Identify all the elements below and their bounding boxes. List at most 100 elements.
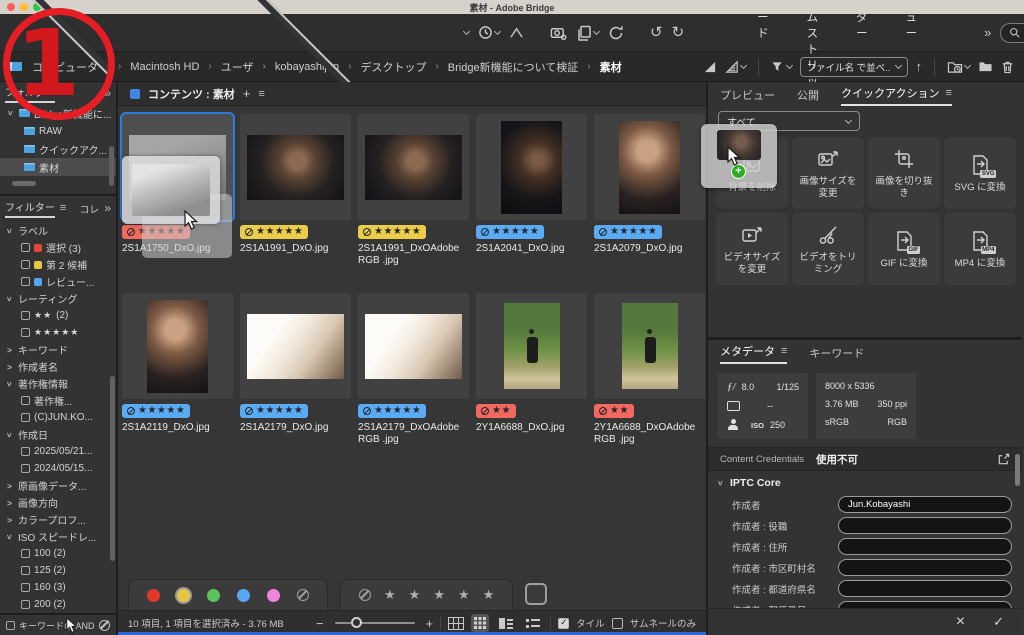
star-3-icon[interactable] bbox=[433, 586, 445, 604]
folder-item-sozai[interactable]: 素材 bbox=[0, 158, 116, 176]
filter-item[interactable]: 第 2 候補 bbox=[0, 256, 116, 273]
star-1-icon[interactable] bbox=[384, 586, 396, 604]
folders-vertical-scrollbar[interactable] bbox=[109, 146, 114, 186]
star-4-icon[interactable] bbox=[458, 586, 470, 604]
creator-address-input[interactable] bbox=[838, 538, 1012, 555]
filter-item[interactable]: 125 (2) bbox=[0, 562, 116, 579]
no-label-icon[interactable] bbox=[297, 589, 309, 601]
checkbox[interactable] bbox=[21, 464, 30, 473]
checkbox[interactable] bbox=[21, 566, 30, 575]
filter-group-color-profile[interactable]: カラープロフ... bbox=[0, 511, 116, 528]
file-thumbnail[interactable]: ★★★★★ 2S1A2179_DxO.jpg bbox=[240, 293, 351, 446]
file-thumbnail[interactable]: ★★ 2Y1A6688_DxOAdobeRGB .jpg bbox=[594, 293, 705, 446]
refresh-sync-icon[interactable] bbox=[608, 25, 624, 41]
tile-checkbox[interactable] bbox=[558, 618, 569, 629]
checkbox[interactable] bbox=[21, 328, 30, 337]
tab-quick-actions-panel[interactable]: クイックアクション bbox=[841, 85, 952, 106]
swatch-box[interactable] bbox=[525, 583, 547, 605]
photo-downloader-camera-icon[interactable] bbox=[550, 25, 567, 41]
folder-item-root[interactable]: Bridge新機能に... bbox=[0, 104, 116, 122]
metadata-menu-icon[interactable] bbox=[781, 345, 787, 357]
checkbox[interactable] bbox=[21, 413, 30, 422]
checkbox[interactable] bbox=[21, 583, 30, 592]
filter-group-iso[interactable]: ISO スピードレ... bbox=[0, 528, 116, 545]
convert-svg-button[interactable]: SVG SVG に変換 bbox=[944, 137, 1016, 209]
cancel-button[interactable] bbox=[956, 613, 965, 631]
creator-input[interactable] bbox=[838, 496, 1012, 513]
metadata-vertical-scrollbar[interactable] bbox=[1015, 454, 1020, 486]
convert-gif-button[interactable]: GIF GIF に変換 bbox=[868, 213, 940, 285]
filter-vertical-scrollbar[interactable] bbox=[110, 376, 115, 561]
file-thumbnail[interactable]: ★★★★★ 2S1A2179_DxOAdobeRGB .jpg bbox=[358, 293, 469, 446]
minimize-window-button[interactable] bbox=[20, 3, 28, 11]
filter-group-date-created[interactable]: 作成日 bbox=[0, 426, 116, 443]
creator-jobtitle-input[interactable] bbox=[838, 517, 1012, 534]
filter-item[interactable]: 100 (2) bbox=[0, 545, 116, 562]
creator-city-input[interactable] bbox=[838, 559, 1012, 576]
resize-image-button[interactable]: 画像サイズを変更 bbox=[792, 137, 864, 209]
filter-overflow-icon[interactable] bbox=[104, 201, 111, 215]
new-folder-icon[interactable] bbox=[978, 60, 993, 73]
sort-ascending-icon[interactable]: ↑ bbox=[916, 59, 923, 74]
collections-panel-tab[interactable]: コレ bbox=[79, 201, 99, 216]
file-thumbnail[interactable]: ★★★★★ 2S1A2079_DxO.jpg bbox=[594, 114, 705, 267]
filter-item[interactable]: 2025/05/21... bbox=[0, 443, 116, 460]
file-thumbnail[interactable]: ★★★★★ 2S1A1750_DxO.jpg bbox=[122, 114, 233, 267]
filter-item[interactable]: 160 (3) bbox=[0, 579, 116, 596]
add-tab-icon[interactable] bbox=[243, 86, 251, 101]
folder-item-raw[interactable]: RAW bbox=[0, 122, 116, 140]
file-thumbnail[interactable]: ★★★★★ 2S1A1991_DxO.jpg bbox=[240, 114, 351, 267]
filter-item[interactable]: 2024/05/15... bbox=[0, 460, 116, 477]
breadcrumb-project-folder[interactable]: Bridge新機能について検証 bbox=[448, 59, 578, 75]
filter-group-label[interactable]: ラベル bbox=[0, 222, 116, 239]
thumbs-only-checkbox[interactable] bbox=[612, 618, 623, 629]
workspace-overflow-icon[interactable]: » bbox=[984, 25, 991, 40]
apply-button[interactable] bbox=[993, 613, 1004, 631]
forward-button[interactable] bbox=[139, 29, 453, 37]
grid-lock-icon[interactable] bbox=[448, 617, 464, 630]
quick-actions-menu-icon[interactable] bbox=[945, 87, 951, 99]
folders-menu-icon[interactable] bbox=[60, 87, 66, 99]
checkbox[interactable] bbox=[21, 600, 30, 609]
rating-label-pill[interactable]: ★★★★★ bbox=[358, 225, 426, 239]
recent-folder-icon[interactable] bbox=[947, 60, 970, 74]
rating-label-pill[interactable]: ★★★★★ bbox=[240, 225, 308, 239]
thumbnail-size-slider[interactable] bbox=[335, 622, 415, 624]
checkbox[interactable] bbox=[21, 311, 30, 320]
rating-label-pill[interactable]: ★★ bbox=[594, 404, 634, 418]
rating-label-pill[interactable]: ★★★★★ bbox=[122, 404, 190, 418]
list-view-button[interactable] bbox=[523, 615, 543, 632]
folders-overflow-icon[interactable] bbox=[104, 86, 111, 100]
slider-handle[interactable] bbox=[351, 617, 362, 628]
rating-label-pill[interactable]: ★★ bbox=[476, 404, 516, 418]
label-yellow-dot[interactable] bbox=[177, 589, 190, 602]
file-thumbnail[interactable]: ★★ 2Y1A6688_DxO.jpg bbox=[476, 293, 587, 446]
filter-item[interactable]: 著作権... bbox=[0, 392, 116, 409]
clear-filter-icon[interactable] bbox=[99, 620, 110, 631]
filter-group-original-data[interactable]: 原画像データ... bbox=[0, 477, 116, 494]
folder-item-quick[interactable]: クイックアク... bbox=[0, 140, 116, 158]
creator-state-input[interactable] bbox=[838, 580, 1012, 597]
resize-video-button[interactable]: ビデオサイズを変更 bbox=[716, 213, 788, 285]
checkbox[interactable] bbox=[21, 549, 30, 558]
delete-trash-icon[interactable] bbox=[1001, 60, 1014, 74]
label-red-dot[interactable] bbox=[147, 589, 160, 602]
checkbox[interactable] bbox=[21, 396, 30, 405]
convert-mp4-button[interactable]: MP4 MP4 に変換 bbox=[944, 213, 1016, 285]
chevron-down-icon[interactable] bbox=[716, 479, 726, 488]
breadcrumb-users[interactable]: ユーザ bbox=[221, 59, 254, 75]
checkbox[interactable] bbox=[21, 277, 30, 286]
folders-panel-tab[interactable]: フォルダー bbox=[5, 84, 55, 103]
breadcrumb-current-folder[interactable]: 素材 bbox=[600, 59, 622, 75]
filter-menu-icon[interactable] bbox=[60, 202, 66, 214]
filter-item[interactable]: ★★(2) bbox=[0, 307, 116, 324]
sort-order-select[interactable]: ファイル名 で並べ... bbox=[800, 57, 908, 77]
close-window-button[interactable] bbox=[7, 3, 15, 11]
back-button[interactable] bbox=[12, 29, 130, 37]
tab-keywords-panel[interactable]: キーワード bbox=[809, 345, 864, 361]
filter-group-copyright[interactable]: 著作権情報 bbox=[0, 375, 116, 392]
checkbox[interactable] bbox=[21, 260, 30, 269]
tab-publish-panel[interactable]: 公開 bbox=[797, 87, 819, 103]
file-thumbnail[interactable]: ★★★★★ 2S1A1991_DxOAdobeRGB .jpg bbox=[358, 114, 469, 267]
nav-dropdown-chevron-icon[interactable] bbox=[462, 31, 469, 34]
